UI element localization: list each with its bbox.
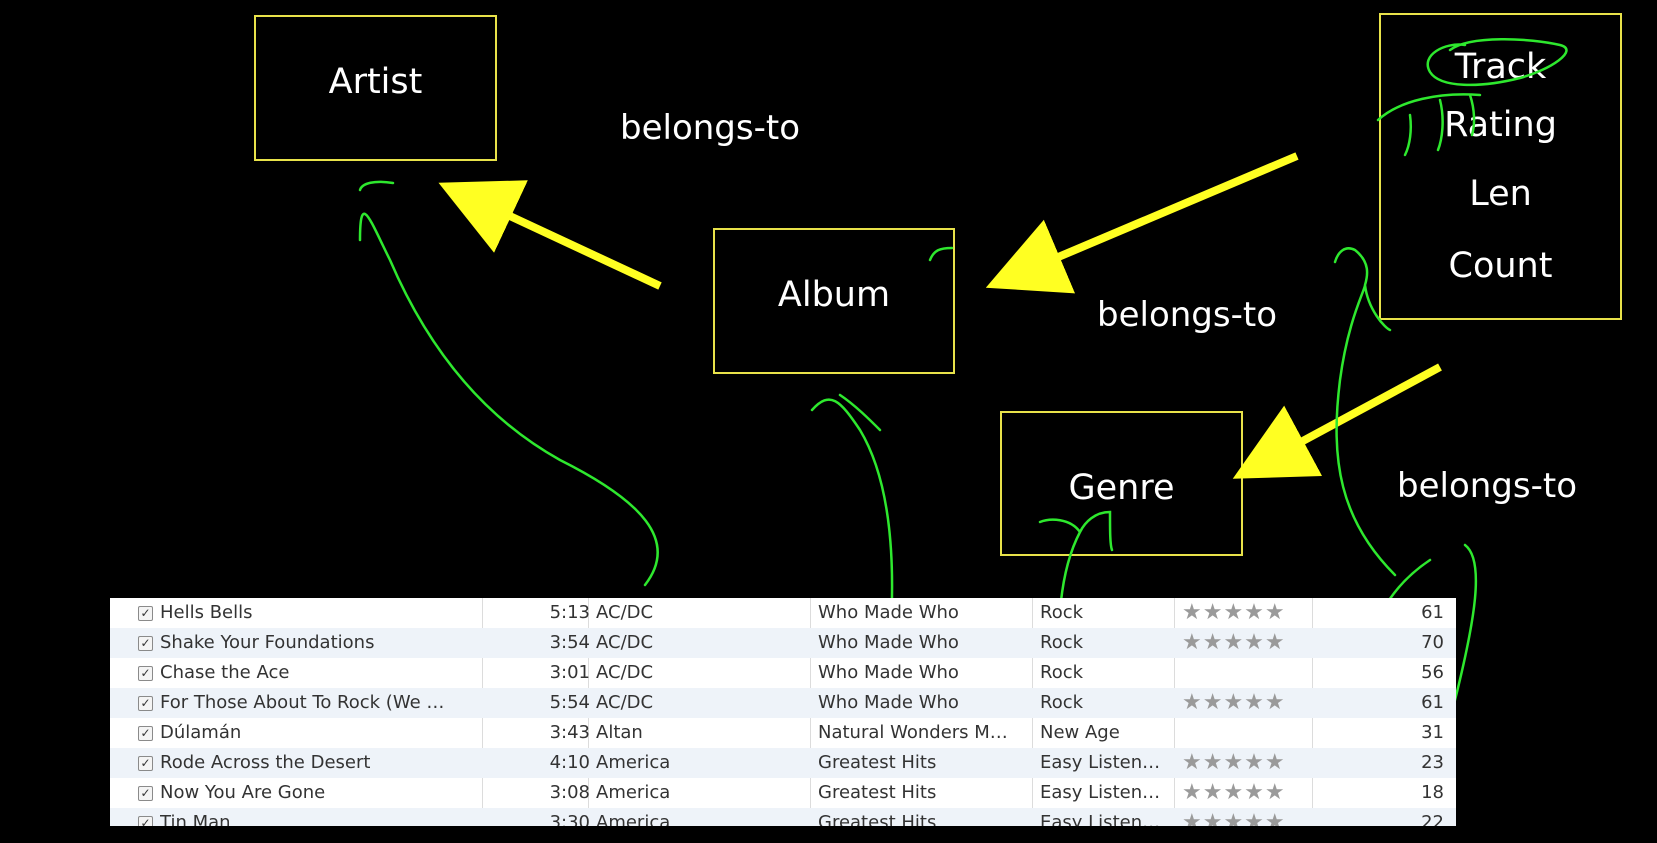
track-time-cell: 3:08 [549, 782, 590, 803]
annotation-track-scribble [1376, 37, 1568, 157]
track-genre-cell: Rock [1040, 692, 1084, 713]
checkbox-icon[interactable]: ✓ [138, 786, 153, 801]
track-table: ✓ Hells Bells 5:13 AC/DC Who Made Who Ro… [110, 598, 1456, 826]
checkbox-icon[interactable]: ✓ [138, 636, 153, 651]
annotation-album-mark [928, 246, 954, 262]
rating-stars-icon[interactable] [1182, 718, 1312, 748]
table-row[interactable]: ✓ For Those About To Rock (We … 5:54 AC/… [110, 688, 1456, 718]
track-genre-cell: Rock [1040, 632, 1084, 653]
track-artist-cell: America [596, 752, 671, 773]
checkbox-icon[interactable]: ✓ [138, 696, 153, 711]
track-name-cell: Dúlamán [160, 722, 242, 743]
track-time-cell: 4:10 [549, 752, 590, 773]
track-count-cell: 70 [1421, 632, 1444, 653]
track-name-cell: Hells Bells [160, 602, 253, 623]
track-album-cell: Who Made Who [818, 632, 959, 653]
track-album-cell: Natural Wonders M… [818, 722, 1008, 743]
track-count-cell: 61 [1421, 692, 1444, 713]
checkbox-icon[interactable]: ✓ [138, 726, 153, 741]
track-genre-cell: Rock [1040, 662, 1084, 683]
arrow-album-to-artist [438, 180, 662, 290]
track-rows: ✓ Hells Bells 5:13 AC/DC Who Made Who Ro… [110, 598, 1456, 826]
track-album-cell: Greatest Hits [818, 782, 937, 803]
track-artist-cell: Altan [596, 722, 643, 743]
checkbox-icon[interactable]: ✓ [138, 606, 153, 621]
track-genre-cell: Rock [1040, 602, 1084, 623]
annotation-artist-arrow [358, 180, 659, 587]
track-album-cell: Greatest Hits [818, 752, 937, 773]
rating-stars-icon[interactable]: ★★★★★ [1182, 688, 1312, 718]
rating-stars-icon[interactable]: ★★★★★ [1182, 748, 1312, 778]
arrow-track-to-album [985, 152, 1299, 294]
track-name-cell: Now You Are Gone [160, 782, 326, 803]
track-album-cell: Greatest Hits [818, 812, 937, 826]
track-time-cell: 5:13 [549, 602, 590, 623]
track-count-cell: 61 [1421, 602, 1444, 623]
rating-stars-icon[interactable]: ★★★★★ [1182, 628, 1312, 658]
track-time-cell: 3:01 [549, 662, 590, 683]
track-artist-cell: America [596, 782, 671, 803]
track-count-cell: 31 [1421, 722, 1444, 743]
track-artist-cell: AC/DC [596, 602, 654, 623]
checkbox-icon[interactable]: ✓ [138, 816, 153, 826]
track-album-cell: Who Made Who [818, 602, 959, 623]
table-row[interactable]: ✓ Rode Across the Desert 4:10 America Gr… [110, 748, 1456, 778]
track-album-cell: Who Made Who [818, 662, 959, 683]
track-count-cell: 56 [1421, 662, 1444, 683]
table-row[interactable]: ✓ Now You Are Gone 3:08 America Greatest… [110, 778, 1456, 808]
track-time-cell: 3:54 [549, 632, 590, 653]
track-time-cell: 3:43 [549, 722, 590, 743]
table-row[interactable]: ✓ Chase the Ace 3:01 AC/DC Who Made Who … [110, 658, 1456, 688]
track-genre-cell: Easy Listen… [1040, 812, 1161, 826]
track-time-cell: 3:30 [549, 812, 590, 826]
rating-stars-icon[interactable]: ★★★★★ [1182, 598, 1312, 628]
track-count-cell: 23 [1421, 752, 1444, 773]
track-name-cell: For Those About To Rock (We … [160, 692, 445, 713]
track-name-cell: Rode Across the Desert [160, 752, 371, 773]
track-album-cell: Who Made Who [818, 692, 959, 713]
track-genre-cell: New Age [1040, 722, 1120, 743]
track-genre-cell: Easy Listen… [1040, 752, 1161, 773]
rating-stars-icon[interactable]: ★★★★★ [1182, 808, 1312, 826]
track-count-cell: 18 [1421, 782, 1444, 803]
track-count-cell: 22 [1421, 812, 1444, 826]
track-name-cell: Tin Man [160, 812, 231, 826]
track-artist-cell: AC/DC [596, 692, 654, 713]
rating-stars-icon[interactable]: ★★★★★ [1182, 778, 1312, 808]
track-genre-cell: Easy Listen… [1040, 782, 1161, 803]
rating-stars-icon[interactable] [1182, 658, 1312, 688]
table-row[interactable]: ✓ Hells Bells 5:13 AC/DC Who Made Who Ro… [110, 598, 1456, 628]
track-time-cell: 5:54 [549, 692, 590, 713]
track-artist-cell: AC/DC [596, 662, 654, 683]
track-name-cell: Chase the Ace [160, 662, 290, 683]
checkbox-icon[interactable]: ✓ [138, 756, 153, 771]
table-row[interactable]: ✓ Dúlamán 3:43 Altan Natural Wonders M… … [110, 718, 1456, 748]
track-name-cell: Shake Your Foundations [160, 632, 375, 653]
checkbox-icon[interactable]: ✓ [138, 666, 153, 681]
table-row[interactable]: ✓ Tin Man 3:30 America Greatest Hits Eas… [110, 808, 1456, 826]
track-artist-cell: America [596, 812, 671, 826]
table-row[interactable]: ✓ Shake Your Foundations 3:54 AC/DC Who … [110, 628, 1456, 658]
arrow-track-to-genre [1232, 363, 1442, 479]
track-artist-cell: AC/DC [596, 632, 654, 653]
